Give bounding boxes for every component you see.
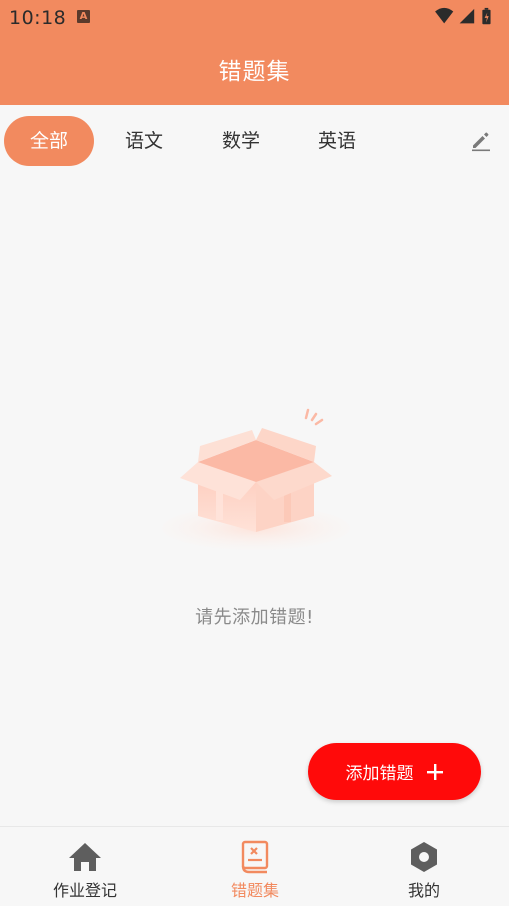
- nav-mistakes-label: 错题集: [230, 881, 279, 900]
- hexagon-icon: [411, 842, 437, 872]
- nav-profile[interactable]: 我的: [339, 827, 509, 906]
- bottom-navigation: 作业登记 错题集 我的: [0, 826, 509, 906]
- tab-english[interactable]: 英语: [292, 116, 382, 166]
- open-box-icon: [162, 408, 350, 550]
- signal-icon: [459, 8, 475, 24]
- status-bar: 10:18 A: [0, 0, 509, 36]
- battery-icon: [482, 7, 491, 25]
- tab-all[interactable]: 全部: [4, 116, 94, 166]
- home-icon: [69, 843, 101, 871]
- tab-chinese[interactable]: 语文: [99, 116, 189, 166]
- empty-state-message: 请先添加错题!: [195, 607, 314, 628]
- wifi-icon: [435, 7, 454, 24]
- nav-homework[interactable]: 作业登记: [0, 827, 170, 906]
- tab-math[interactable]: 数学: [196, 116, 286, 166]
- notebook-icon: [241, 840, 269, 874]
- page-title: 错题集: [218, 59, 291, 85]
- nav-profile-label: 我的: [407, 881, 440, 900]
- nav-homework-label: 作业登记: [52, 881, 117, 900]
- a-icon: A: [77, 10, 90, 23]
- plus-icon: [426, 763, 443, 780]
- subject-tabs: 全部 语文 数学 英语: [0, 105, 509, 175]
- status-time: 10:18: [9, 7, 67, 29]
- pencil-icon[interactable]: [469, 128, 493, 152]
- add-mistake-label: 添加错题: [345, 764, 414, 784]
- add-mistake-button[interactable]: 添加错题: [308, 743, 481, 800]
- nav-mistakes[interactable]: 错题集: [170, 827, 340, 906]
- status-icons: [435, 7, 491, 25]
